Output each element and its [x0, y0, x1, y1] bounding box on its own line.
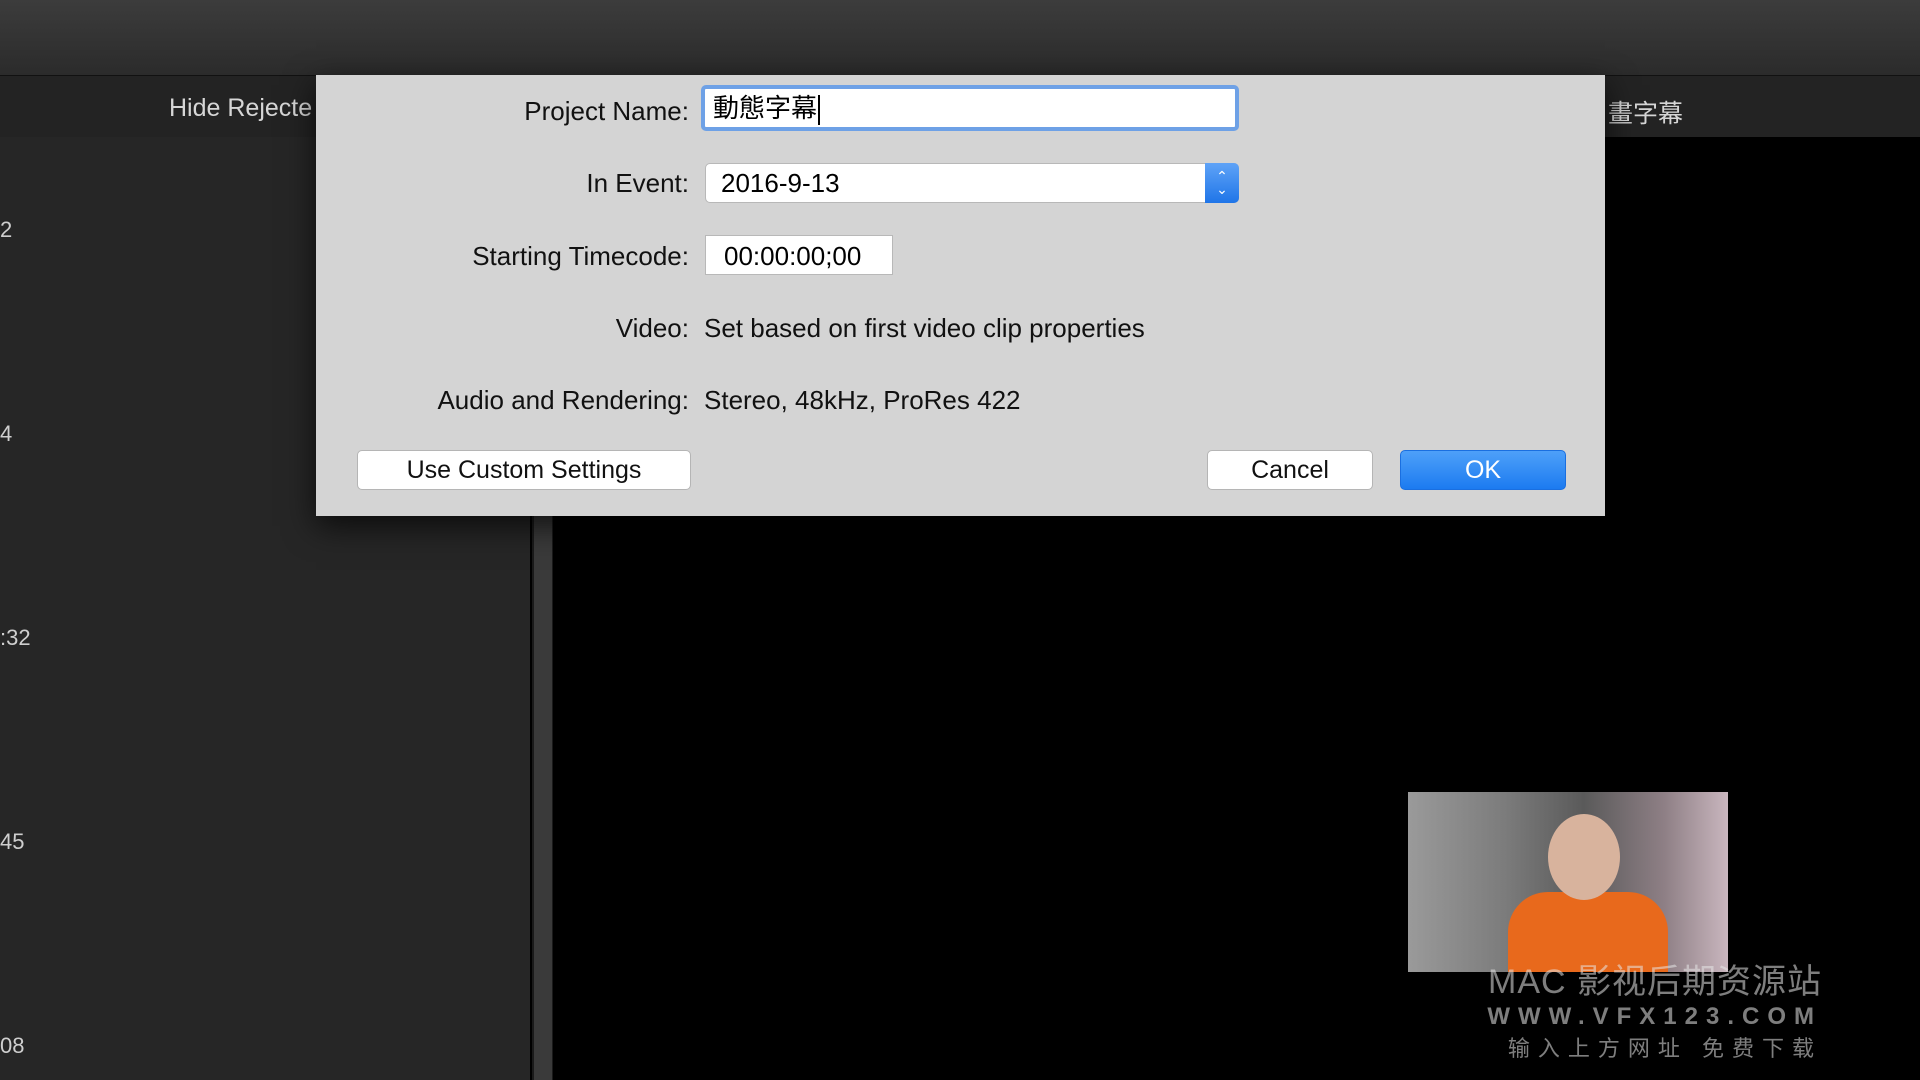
project-name-input[interactable]: 動態字幕	[701, 85, 1239, 131]
select-stepper-icon[interactable]: ⌃ ⌄	[1205, 163, 1239, 203]
starting-timecode-input[interactable]: 00:00:00;00	[705, 235, 893, 275]
watermark-line-1: MAC 影视后期资源站	[1488, 963, 1822, 1001]
webcam-overlay	[1408, 792, 1728, 972]
presenter-head	[1548, 814, 1620, 900]
text-caret	[818, 95, 821, 126]
watermark: MAC 影视后期资源站 WWW.VFX123.COM 输入上方网址 免费下载	[1468, 954, 1822, 1063]
use-custom-settings-button[interactable]: Use Custom Settings	[357, 450, 691, 490]
clip-filter-menu[interactable]: Hide Rejecte	[169, 94, 312, 123]
clip-duration: 08	[0, 1033, 25, 1058]
clip-duration: :32	[0, 625, 31, 650]
project-title: 畫字幕	[1608, 100, 1684, 128]
project-name-value: 動態字幕	[713, 93, 818, 123]
in-event-value: 2016-9-13	[721, 168, 840, 198]
audio-rendering-value: Stereo, 48kHz, ProRes 422	[704, 385, 1021, 415]
clip-duration: 4	[0, 421, 13, 446]
new-project-dialog: Project Name: 動態字幕 In Event: 2016-9-13 ⌃…	[316, 75, 1605, 516]
watermark-line-2: WWW.VFX123.COM	[1487, 1003, 1822, 1030]
video-value: Set based on first video clip properties	[704, 313, 1145, 343]
cancel-button[interactable]: Cancel	[1207, 450, 1373, 490]
project-name-label: Project Name:	[524, 96, 689, 126]
audio-rendering-label: Audio and Rendering:	[437, 385, 689, 415]
starting-timecode-label: Starting Timecode:	[472, 241, 689, 271]
video-label: Video:	[615, 313, 689, 343]
clip-duration: 2	[0, 217, 13, 242]
watermark-line-3: 输入上方网址 免费下载	[1507, 1036, 1822, 1061]
in-event-label: In Event:	[586, 168, 689, 198]
clip-duration: 45	[0, 829, 25, 854]
starting-timecode-value: 00:00:00;00	[724, 241, 862, 271]
in-event-select[interactable]: 2016-9-13 ⌃ ⌄	[705, 163, 1239, 203]
window-title-bar	[0, 0, 1920, 75]
ok-button[interactable]: OK	[1400, 450, 1566, 490]
